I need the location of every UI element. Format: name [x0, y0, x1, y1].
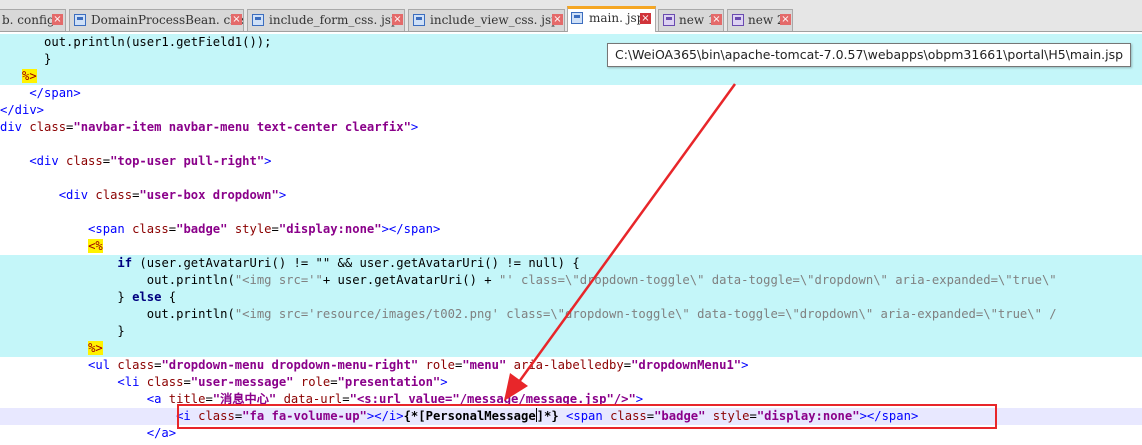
code-line: %>: [0, 68, 1142, 85]
code-line: <div class="top-user pull-right">: [0, 154, 272, 168]
code-line: </div>: [0, 103, 45, 117]
tab-label: main. jsp: [589, 11, 645, 25]
editor-tab-bar: b. config × DomainProcessBean. class × i…: [0, 0, 1142, 32]
new-file-icon: [732, 14, 744, 26]
code-line: out.println("<img src='resource/images/t…: [0, 306, 1142, 323]
jsp-file-icon: [413, 14, 425, 26]
code-line: <%: [88, 239, 103, 253]
tab-domainprocessbean[interactable]: DomainProcessBean. class ×: [69, 9, 244, 31]
tab-b-config[interactable]: b. config ×: [0, 9, 66, 31]
code-line: <span class="badge" style="display:none"…: [0, 222, 441, 236]
jsp-file-icon: [74, 14, 86, 26]
tab-include-form-css[interactable]: include_form_css. jsp ×: [247, 9, 405, 31]
jsp-file-icon: [571, 12, 583, 24]
tab-new-2[interactable]: new 2 ×: [727, 9, 793, 31]
code-line: </a>: [0, 426, 177, 440]
close-icon[interactable]: ×: [552, 14, 563, 25]
file-path-tooltip: C:\WeiOA365\bin\apache-tomcat-7.0.57\web…: [607, 43, 1132, 67]
close-icon[interactable]: ×: [52, 14, 63, 25]
close-icon[interactable]: ×: [780, 14, 791, 25]
new-file-icon: [663, 14, 675, 26]
tab-label: b. config: [2, 13, 55, 27]
code-line: %>: [0, 340, 1142, 357]
close-icon[interactable]: ×: [711, 14, 722, 25]
close-icon[interactable]: ×: [392, 14, 403, 25]
code-line: <ul class="dropdown-menu dropdown-menu-r…: [0, 358, 749, 372]
tab-include-view-css[interactable]: include_view_css. jsp ×: [408, 9, 565, 31]
code-line-current: <i class="fa fa-volume-up"></i>{*[Person…: [0, 408, 1142, 425]
code-line: <a title="消息中心" data-url="<s:url value="…: [0, 392, 644, 406]
close-icon[interactable]: ×: [231, 14, 242, 25]
code-line: div class="navbar-item navbar-menu text-…: [0, 120, 419, 134]
jsp-file-icon: [252, 14, 264, 26]
code-line: if (user.getAvatarUri() != "" && user.ge…: [0, 255, 1142, 272]
code-line: } else {: [0, 289, 1142, 306]
tab-new-1[interactable]: new 1 ×: [658, 9, 724, 31]
tab-label: DomainProcessBean. class: [91, 13, 244, 27]
code-line: <li class="user-message" role="presentat…: [0, 375, 448, 389]
code-line: out.println("<img src='"+ user.getAvatar…: [0, 272, 1142, 289]
code-line: }: [0, 323, 1142, 340]
code-editor[interactable]: out.println(user1.getField1()); } %> </s…: [0, 32, 1142, 445]
code-line: </span>: [0, 86, 81, 100]
close-icon[interactable]: ×: [640, 13, 651, 24]
tab-label: include_view_css. jsp: [430, 13, 559, 27]
code-line: <div class="user-box dropdown">: [0, 188, 287, 202]
tab-main-jsp[interactable]: main. jsp ×: [567, 6, 656, 32]
tab-label: include_form_css. jsp: [269, 13, 399, 27]
